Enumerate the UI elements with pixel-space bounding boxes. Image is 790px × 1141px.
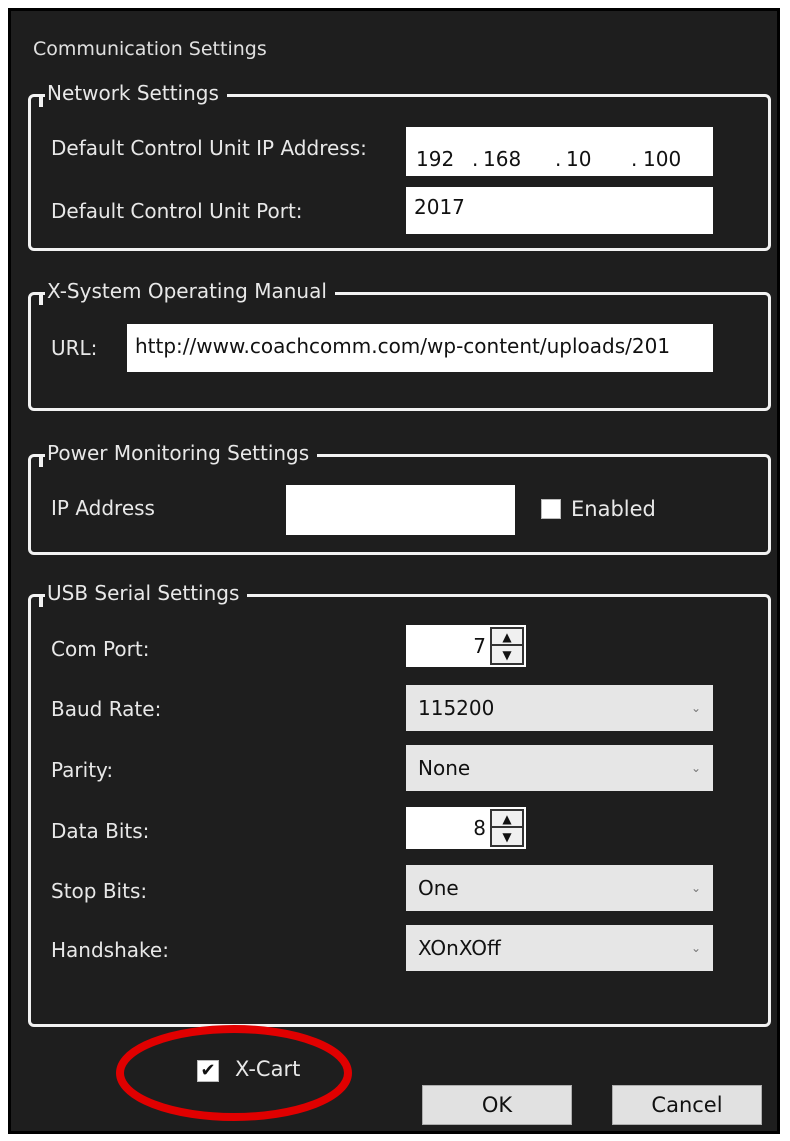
com-port-value: 7 <box>473 634 486 658</box>
url-value: http://www.coachcomm.com/wp-content/uplo… <box>135 334 671 358</box>
usb-serial-legend: USB Serial Settings <box>38 581 248 607</box>
network-settings-group: Network Settings Default Control Unit IP… <box>28 81 771 251</box>
ip-octet-4[interactable]: 100 <box>643 147 681 171</box>
spin-down-icon[interactable]: ▼ <box>492 828 522 845</box>
ip-octet-2[interactable]: 168 <box>483 147 521 171</box>
chevron-down-icon: ⌄ <box>690 701 701 715</box>
usb-serial-group: USB Serial Settings Com Port: 7 ▲ ▼ Baud… <box>28 581 771 1027</box>
default-ip-field[interactable]: 192 . 168 . 10 . 100 <box>406 127 713 176</box>
default-ip-label: Default Control Unit IP Address: <box>51 136 367 160</box>
spin-down-icon[interactable]: ▼ <box>492 646 522 663</box>
ip-dot: . <box>631 147 638 171</box>
highlight-ellipse-shape <box>116 1025 352 1121</box>
default-port-field[interactable]: 2017 <box>406 187 713 234</box>
default-port-value: 2017 <box>414 195 465 219</box>
baud-rate-select[interactable]: 115200 ⌄ <box>406 685 713 731</box>
com-port-label: Com Port: <box>51 637 150 661</box>
data-bits-stepper[interactable]: 8 ▲ ▼ <box>406 807 526 849</box>
stop-bits-label: Stop Bits: <box>51 879 148 903</box>
com-port-spin-buttons: ▲ ▼ <box>490 627 524 665</box>
dialog-title: Communication Settings <box>33 38 267 60</box>
network-settings-legend: Network Settings <box>39 81 227 107</box>
data-bits-label: Data Bits: <box>51 819 150 843</box>
spin-up-icon[interactable]: ▲ <box>492 811 522 828</box>
stop-bits-select[interactable]: One ⌄ <box>406 865 713 911</box>
handshake-value: XOnXOff <box>418 936 501 960</box>
default-port-label: Default Control Unit Port: <box>51 199 303 223</box>
ip-octet-1[interactable]: 192 <box>416 147 454 171</box>
enabled-checkbox[interactable] <box>541 499 561 519</box>
power-ip-label: IP Address <box>51 496 155 520</box>
parity-select[interactable]: None ⌄ <box>406 745 713 791</box>
url-field[interactable]: http://www.coachcomm.com/wp-content/uplo… <box>127 324 713 372</box>
stop-bits-value: One <box>418 876 459 900</box>
ip-dot: . <box>472 147 479 171</box>
spin-up-icon[interactable]: ▲ <box>492 629 522 646</box>
ip-dot: . <box>555 147 562 171</box>
chevron-down-icon: ⌄ <box>690 941 701 955</box>
handshake-select[interactable]: XOnXOff ⌄ <box>406 925 713 971</box>
handshake-label: Handshake: <box>51 938 169 962</box>
parity-value: None <box>418 756 471 780</box>
data-bits-value: 8 <box>473 816 486 840</box>
com-port-stepper[interactable]: 7 ▲ ▼ <box>406 625 526 667</box>
chevron-down-icon: ⌄ <box>690 761 701 775</box>
highlight-ellipse <box>116 1025 352 1121</box>
baud-rate-value: 115200 <box>418 696 495 720</box>
communication-settings-dialog: Communication Settings Network Settings … <box>8 8 780 1134</box>
parity-label: Parity: <box>51 758 114 782</box>
power-monitoring-legend: Power Monitoring Settings <box>38 441 318 467</box>
operating-manual-legend: X-System Operating Manual <box>39 279 335 305</box>
baud-rate-label: Baud Rate: <box>51 697 162 721</box>
ok-button[interactable]: OK <box>422 1085 572 1125</box>
ip-octet-3[interactable]: 10 <box>566 147 591 171</box>
chevron-down-icon: ⌄ <box>690 881 701 895</box>
url-label: URL: <box>51 336 98 360</box>
cancel-button[interactable]: Cancel <box>612 1085 762 1125</box>
data-bits-spin-buttons: ▲ ▼ <box>490 809 524 847</box>
enabled-label: Enabled <box>571 497 656 521</box>
operating-manual-group: X-System Operating Manual URL: http://ww… <box>28 279 771 411</box>
power-ip-field[interactable] <box>286 485 515 535</box>
power-monitoring-group: Power Monitoring Settings IP Address Ena… <box>28 441 771 555</box>
